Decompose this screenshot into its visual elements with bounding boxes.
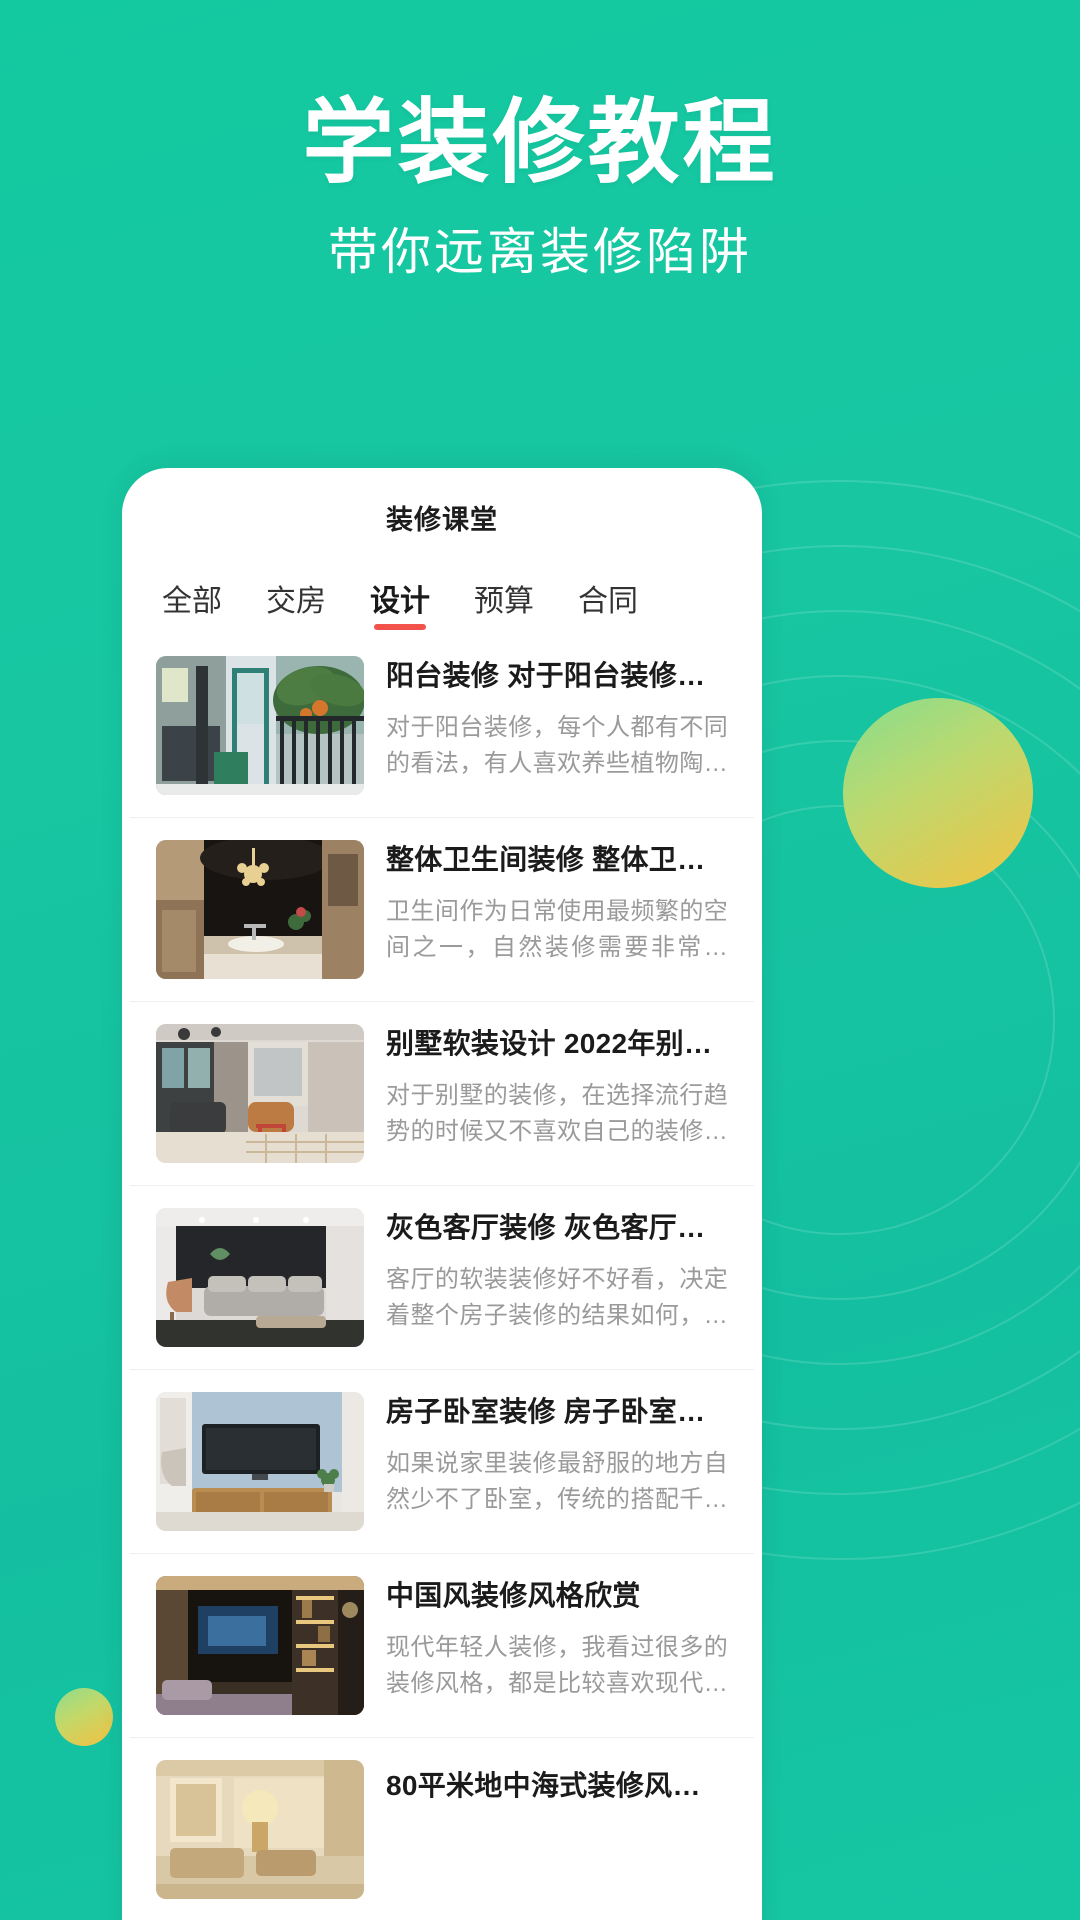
article-description: 现代年轻人装修，我看过很多的装修风格，都是比较喜欢现代风格… [386, 1633, 728, 1698]
article-thumbnail [156, 1024, 364, 1163]
article-description: 对于别墅的装修，在选择流行趋势的时候又不喜欢自己的装修随着… [386, 1081, 728, 1146]
article-title: 阳台装修 对于阳台装修封装… [386, 660, 728, 691]
phone-mockup: 装修课堂 全部 交房 设计 预算 合同 阳台装修 对于阳台装修封装… 对于阳台装… [122, 468, 762, 1920]
promo-screen: 学装修教程 带你远离装修陷阱 装修课堂 全部 交房 设计 预算 合同 阳台装修 … [0, 0, 1080, 1920]
article-text: 阳台装修 对于阳台装修封装… 对于阳台装修，每个人都有不同的看法，有人喜欢养些植… [364, 656, 728, 783]
article-thumbnail [156, 1576, 364, 1715]
decorative-blob-large [843, 698, 1033, 888]
page-title: 学装修教程 [302, 92, 778, 194]
article-description: 对于阳台装修，每个人都有不同的看法，有人喜欢养些植物陶冶情… [386, 713, 728, 778]
tab-all-label: 全部 [162, 585, 222, 618]
article-thumbnail [156, 1392, 364, 1531]
article-description: 卫生间作为日常使用最频繁的空间之一，自然装修需要非常重视，… [386, 897, 728, 962]
article-thumbnail [156, 656, 364, 795]
article-list: 阳台装修 对于阳台装修封装… 对于阳台装修，每个人都有不同的看法，有人喜欢养些植… [130, 634, 754, 1920]
article-title: 别墅软装设计 2022年别墅软… [386, 1028, 728, 1059]
tab-design[interactable]: 设计 [370, 576, 430, 634]
tab-active-underline [374, 624, 426, 630]
article-title: 灰色客厅装修 灰色客厅软装… [386, 1212, 728, 1243]
tab-handover-label: 交房 [266, 585, 326, 618]
list-item[interactable]: 房子卧室装修 房子卧室装修… 如果说家里装修最舒服的地方自然少不了卧室，传统的搭… [130, 1370, 754, 1554]
article-description: 如果说家里装修最舒服的地方自然少不了卧室，传统的搭配千篇一… [386, 1449, 728, 1514]
tab-budget[interactable]: 预算 [474, 576, 534, 634]
article-text: 灰色客厅装修 灰色客厅软装… 客厅的软装装修好不好看，决定着整个房子装修的结果如… [364, 1208, 728, 1335]
app-header: 装修课堂 [130, 476, 754, 558]
tab-contract-label: 合同 [578, 585, 638, 618]
list-item[interactable]: 灰色客厅装修 灰色客厅软装… 客厅的软装装修好不好看，决定着整个房子装修的结果如… [130, 1186, 754, 1370]
article-thumbnail [156, 1208, 364, 1347]
article-title: 房子卧室装修 房子卧室装修… [386, 1396, 728, 1427]
list-item[interactable]: 整体卫生间装修 整体卫生间… 卫生间作为日常使用最频繁的空间之一，自然装修需要非… [130, 818, 754, 1002]
article-text: 80平米地中海式装修风格，… [364, 1760, 728, 1804]
article-thumbnail [156, 1760, 364, 1899]
article-text: 中国风装修风格欣赏 现代年轻人装修，我看过很多的装修风格，都是比较喜欢现代风格… [364, 1576, 728, 1703]
article-text: 整体卫生间装修 整体卫生间… 卫生间作为日常使用最频繁的空间之一，自然装修需要非… [364, 840, 728, 967]
article-text: 房子卧室装修 房子卧室装修… 如果说家里装修最舒服的地方自然少不了卧室，传统的搭… [364, 1392, 728, 1519]
tab-contract[interactable]: 合同 [578, 576, 638, 634]
decorative-blob-small [55, 1688, 113, 1746]
list-item[interactable]: 80平米地中海式装修风格，… [130, 1738, 754, 1920]
article-thumbnail [156, 840, 364, 979]
article-description: 客厅的软装装修好不好看，决定着整个房子装修的结果如何，那么… [386, 1265, 728, 1330]
page-subtitle: 带你远离装修陷阱 [328, 223, 752, 280]
list-item[interactable]: 别墅软装设计 2022年别墅软… 对于别墅的装修，在选择流行趋势的时候又不喜欢自… [130, 1002, 754, 1186]
article-title: 中国风装修风格欣赏 [386, 1580, 641, 1611]
article-title: 整体卫生间装修 整体卫生间… [386, 844, 728, 875]
hero-section: 学装修教程 带你远离装修陷阱 [0, 95, 1080, 282]
tab-budget-label: 预算 [474, 585, 534, 618]
article-text: 别墅软装设计 2022年别墅软… 对于别墅的装修，在选择流行趋势的时候又不喜欢自… [364, 1024, 728, 1151]
tab-design-label: 设计 [370, 585, 430, 618]
phone-screen: 装修课堂 全部 交房 设计 预算 合同 阳台装修 对于阳台装修封装… 对于阳台装… [130, 476, 754, 1920]
article-title: 80平米地中海式装修风格，… [386, 1770, 728, 1801]
list-item[interactable]: 阳台装修 对于阳台装修封装… 对于阳台装修，每个人都有不同的看法，有人喜欢养些植… [130, 634, 754, 818]
list-item[interactable]: 中国风装修风格欣赏 现代年轻人装修，我看过很多的装修风格，都是比较喜欢现代风格… [130, 1554, 754, 1738]
category-tabs[interactable]: 全部 交房 设计 预算 合同 [130, 558, 754, 634]
tab-handover[interactable]: 交房 [266, 576, 326, 634]
tab-all[interactable]: 全部 [162, 576, 222, 634]
app-header-title: 装修课堂 [386, 504, 498, 535]
